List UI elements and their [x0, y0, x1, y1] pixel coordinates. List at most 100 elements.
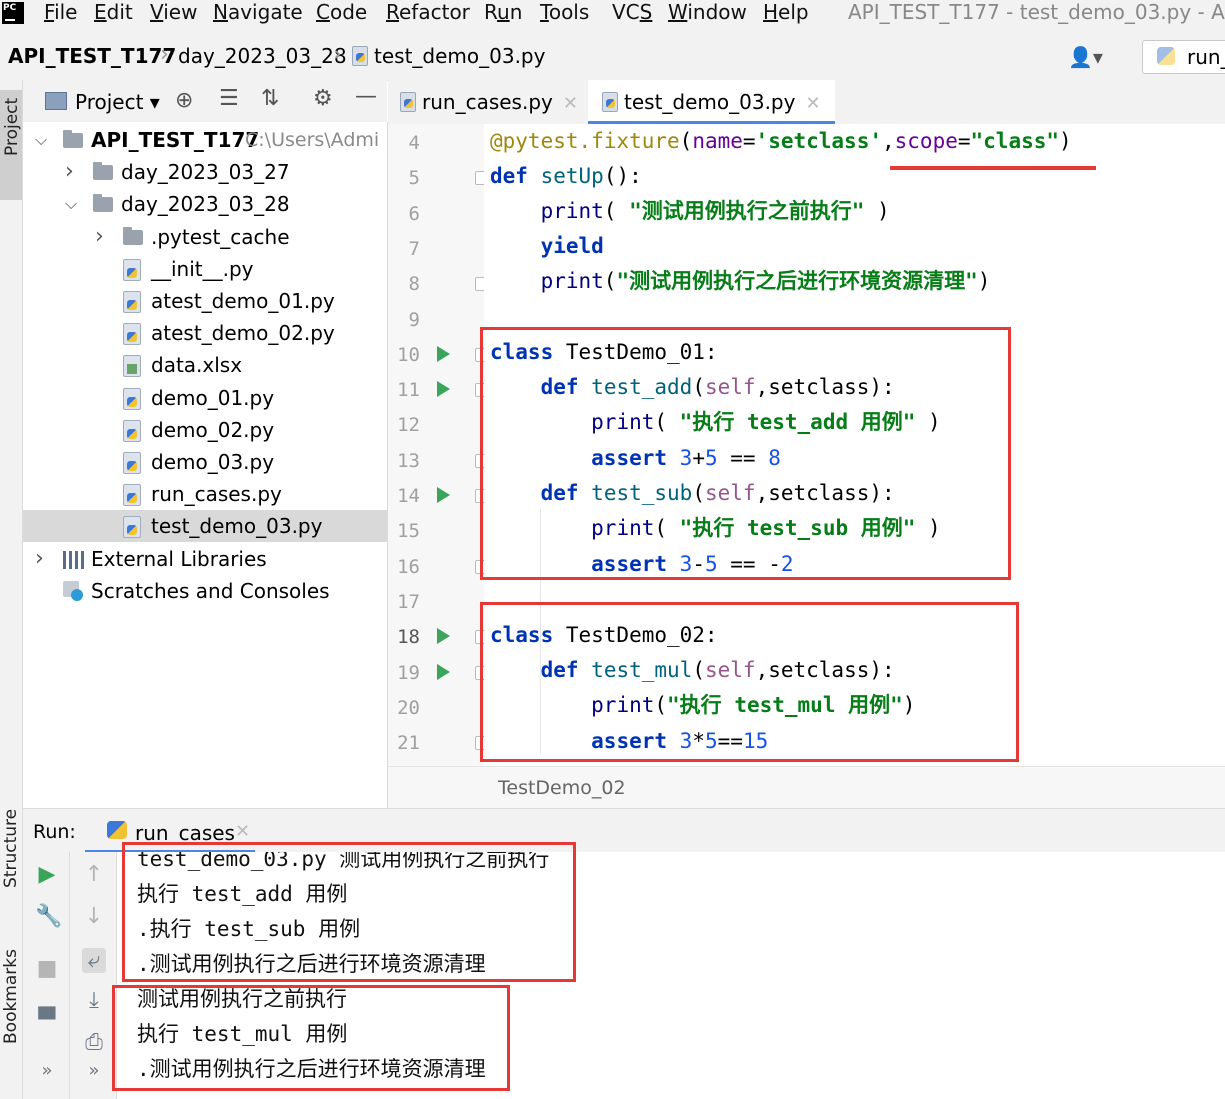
menu-item-help[interactable]: Help — [763, 0, 809, 24]
tree-item[interactable]: run_cases.py — [23, 478, 387, 510]
breadcrumb-file[interactable]: test_demo_03.py — [352, 44, 545, 68]
breadcrumb-separator: › — [160, 42, 169, 67]
tree-item[interactable]: demo_03.py — [23, 446, 387, 478]
menu-item-run[interactable]: Run — [484, 0, 522, 24]
chevron-down-icon[interactable]: ⌵ — [65, 188, 77, 220]
tree-item[interactable]: atest_demo_01.py — [23, 285, 387, 317]
tree-item[interactable]: › day_2023_03_27 — [23, 156, 387, 188]
more-icon[interactable]: » — [35, 1060, 59, 1081]
chevron-right-icon[interactable]: › — [35, 543, 44, 575]
python-file-icon — [123, 484, 141, 507]
chevron-down-icon[interactable]: ⌵ — [35, 124, 47, 156]
tree-item[interactable]: data.xlsx — [23, 349, 387, 381]
tree-item[interactable]: › External Libraries — [23, 543, 387, 575]
close-icon[interactable]: ✕ — [235, 821, 250, 842]
project-view-selector[interactable]: Project ▾ — [75, 90, 160, 114]
python-icon — [1157, 47, 1175, 65]
print-icon[interactable]: ⎙ — [82, 1030, 106, 1055]
menu-item-vcs[interactable]: VCS — [612, 0, 652, 24]
run-configuration-label: run_ — [1187, 45, 1225, 69]
line-number: 14 — [397, 485, 420, 507]
scratches-icon — [63, 580, 83, 601]
run-test-icon[interactable] — [437, 381, 450, 398]
editor-breadcrumb[interactable]: TestDemo_02 — [498, 777, 626, 799]
line-number: 20 — [397, 696, 420, 719]
breadcrumb-project[interactable]: API_TEST_T177 — [8, 44, 176, 68]
line-number: 11 — [397, 379, 420, 402]
tab-test-demo-03[interactable]: test_demo_03.py ✕ — [588, 80, 835, 124]
code-line: @pytest.fixture(name='setclass',scope="c… — [490, 129, 1072, 153]
wrench-icon[interactable]: 🔧 — [35, 904, 62, 929]
minimize-icon[interactable]: — — [355, 84, 377, 109]
tree-item-label: demo_03.py — [151, 450, 275, 474]
tab-label: run_cases.py — [422, 90, 553, 114]
menu-item-code[interactable]: Code — [316, 0, 367, 24]
locate-file-icon[interactable]: ⊕ — [175, 88, 193, 113]
tree-item[interactable]: Scratches and Consoles — [23, 575, 387, 607]
line-number: 21 — [397, 732, 420, 755]
tree-item[interactable]: atest_demo_02.py — [23, 317, 387, 349]
chevron-right-icon[interactable]: › — [65, 156, 74, 188]
folder-icon — [93, 194, 113, 213]
line-number: 18 — [397, 626, 420, 649]
editor-gutter: 4 5 6 7 8 9 10 11 12 13 14 15 16 17 18 19 20 21 — [388, 124, 486, 766]
arrow-down-icon[interactable]: ↓ — [82, 904, 106, 929]
run-test-icon[interactable] — [437, 663, 450, 680]
tree-item-label: .pytest_cache — [151, 224, 290, 249]
python-file-icon — [123, 258, 141, 281]
gear-icon[interactable]: ⚙ — [313, 86, 333, 111]
annotation-box-console-class2 — [112, 985, 510, 1091]
tree-item[interactable]: demo_02.py — [23, 414, 387, 446]
scroll-to-end-icon[interactable]: ⤓ — [82, 988, 106, 1013]
line-number: 19 — [397, 661, 420, 684]
run-configuration-selector[interactable]: run_ — [1142, 40, 1225, 74]
folder-icon — [63, 130, 83, 148]
stop-icon[interactable]: ■ — [35, 956, 59, 981]
tree-item[interactable]: __init__.py — [23, 253, 387, 285]
menu-item-navigate[interactable]: Navigate — [213, 0, 303, 24]
more-icon[interactable]: » — [82, 1060, 106, 1081]
layout-icon[interactable]: ▀ — [35, 1008, 59, 1033]
tree-item-label: data.xlsx — [151, 353, 243, 378]
line-number: 4 — [408, 132, 420, 154]
tree-item[interactable]: test_demo_03.py — [23, 510, 387, 543]
project-tree: ⌵ API_TEST_T177 C:\Users\Admi › day_2023_03_… — [23, 122, 388, 808]
arrow-up-icon[interactable]: ↑ — [82, 862, 106, 887]
menu-item-view[interactable]: View — [150, 0, 197, 24]
tree-item[interactable]: › .pytest_cache — [23, 221, 387, 253]
python-file-icon — [123, 452, 141, 474]
structure-tool-label[interactable]: Structure — [1, 809, 21, 888]
menu-item-edit[interactable]: Edit — [94, 0, 133, 24]
project-view-label: Project — [75, 90, 144, 114]
close-icon[interactable]: ✕ — [805, 93, 820, 114]
bookmarks-tool-label[interactable]: Bookmarks — [1, 949, 21, 1044]
tree-item-label: Scratches and Consoles — [91, 578, 330, 603]
user-icon[interactable]: 👤▾ — [1068, 45, 1103, 69]
soft-wrap-icon[interactable]: ⤶ — [82, 948, 106, 973]
rerun-icon[interactable]: ▶ — [35, 862, 59, 887]
breadcrumb-folder[interactable]: day_2023_03_28 — [178, 44, 347, 68]
menu-item-refactor[interactable]: Refactor — [386, 0, 470, 24]
run-toolbar-secondary: ↑ ↓ ⤶ ⤓ ⎙ » — [70, 852, 117, 1099]
python-file-icon — [123, 387, 141, 410]
tree-item[interactable]: ⌵ API_TEST_T177 C:\Users\Admi — [23, 124, 387, 156]
tab-run-cases[interactable]: run_cases.py ✕ — [400, 80, 578, 124]
collapse-all-icon[interactable]: ⇅ — [261, 86, 279, 111]
menu-item-window[interactable]: Window — [668, 0, 747, 24]
line-number: 12 — [397, 414, 420, 437]
python-file-icon — [123, 516, 141, 539]
menu-item-tools[interactable]: Tools — [540, 0, 589, 24]
project-tool-label[interactable]: Project — [2, 98, 22, 156]
line-number: 10 — [397, 343, 420, 366]
menu-item-file[interactable]: File — [44, 0, 77, 24]
tree-item[interactable]: ⌵ day_2023_03_28 — [23, 188, 387, 220]
chevron-right-icon[interactable]: › — [95, 221, 104, 253]
close-icon[interactable]: ✕ — [563, 93, 578, 114]
run-test-icon[interactable] — [437, 487, 450, 503]
tree-item-label: run_cases.py — [151, 482, 282, 507]
run-test-icon[interactable] — [437, 345, 450, 362]
tree-item[interactable]: demo_01.py — [23, 382, 387, 414]
run-test-icon[interactable] — [437, 628, 450, 645]
tree-item-label: day_2023_03_28 — [121, 192, 290, 217]
expand-all-icon[interactable]: ☰ — [219, 86, 239, 111]
